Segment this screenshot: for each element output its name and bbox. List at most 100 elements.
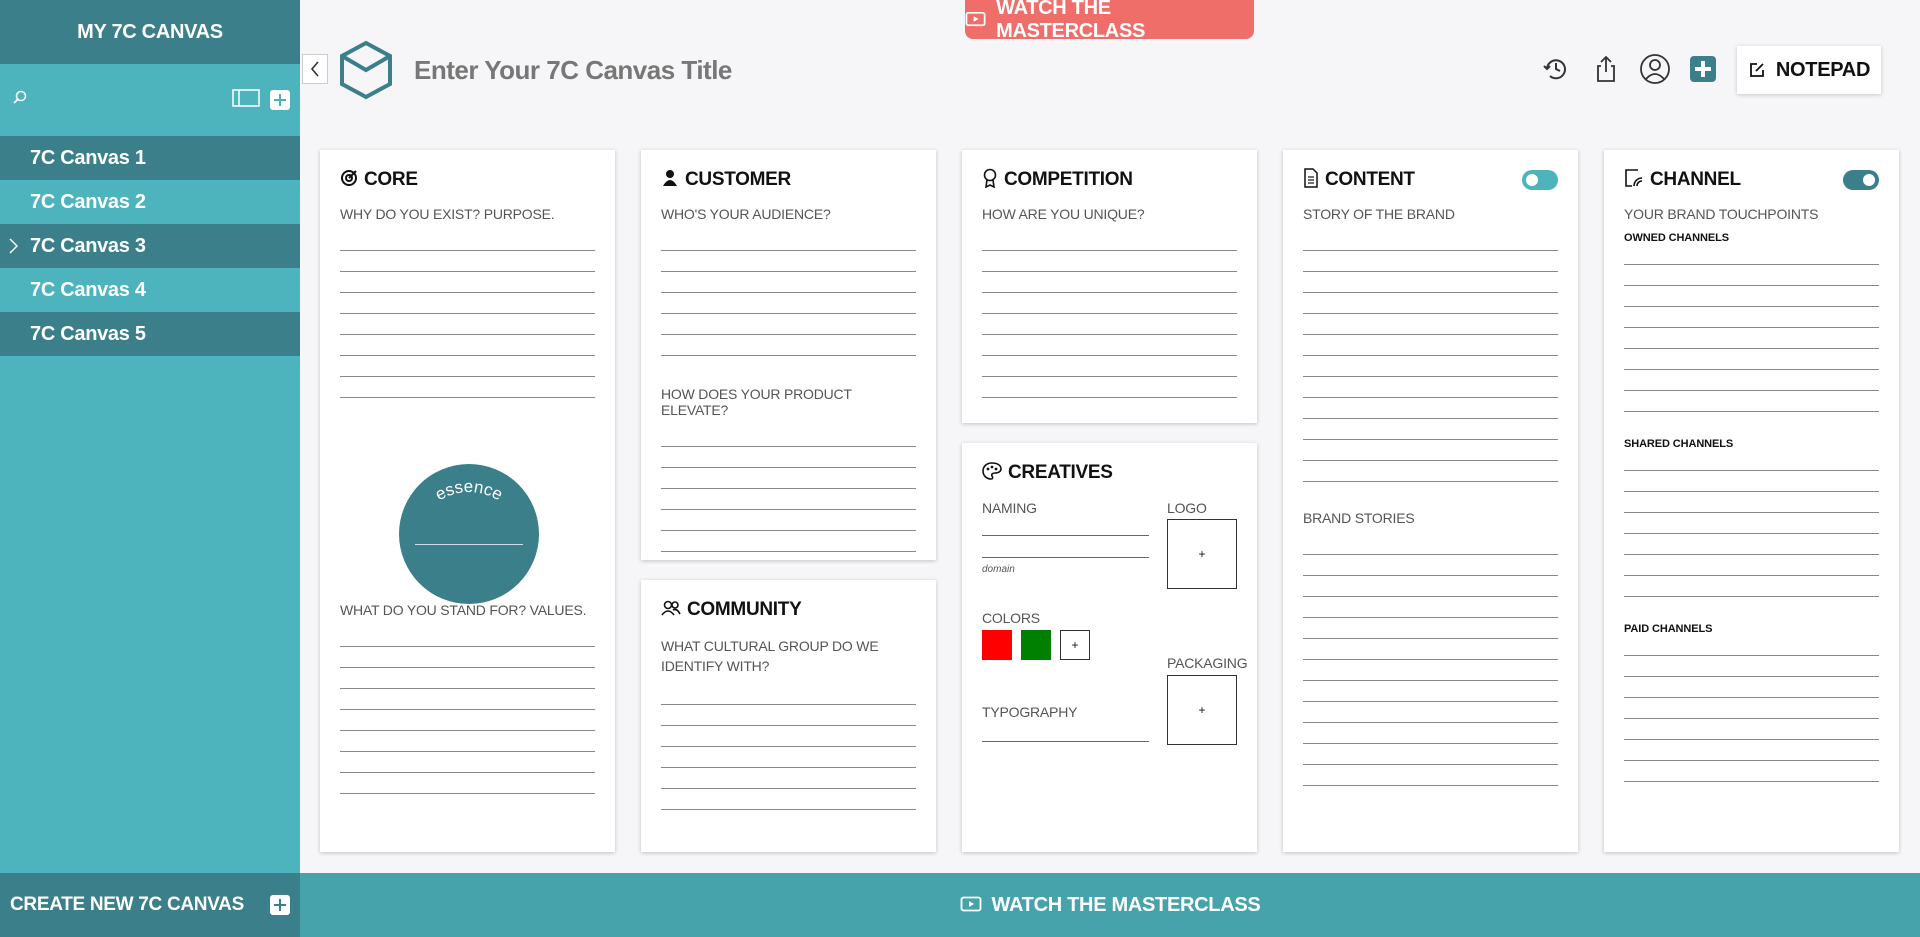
plus-label: +	[1071, 638, 1079, 652]
typography-label: TYPOGRAPHY	[982, 704, 1078, 720]
card-title: COMPETITION	[1004, 169, 1133, 190]
customer-audience-question: WHO'S YOUR AUDIENCE?	[661, 206, 831, 222]
essence-circle[interactable]: essence	[399, 464, 539, 604]
notepad-button[interactable]: NOTEPAD	[1737, 46, 1881, 94]
sidebar-item-label: 7C Canvas 5	[30, 322, 146, 345]
video-icon	[960, 896, 981, 912]
sidebar-item-canvas-3[interactable]: 7C Canvas 3	[0, 224, 300, 268]
chevron-left-icon	[310, 61, 319, 77]
community-icon	[661, 599, 681, 622]
core-purpose-question: WHY DO YOU EXIST? PURPOSE.	[340, 206, 555, 222]
shared-channels-lines[interactable]	[1624, 450, 1879, 597]
profile-icon[interactable]	[1638, 52, 1672, 86]
target-icon	[340, 169, 358, 192]
content-brand-stories-lines[interactable]	[1303, 534, 1558, 786]
sidebar-layout-icon[interactable]	[232, 88, 260, 113]
content-brand-stories-question: BRAND STORIES	[1303, 510, 1415, 526]
domain-label: domain	[982, 564, 1015, 575]
content-toggle[interactable]	[1522, 170, 1558, 190]
logo-label: LOGO	[1167, 500, 1207, 516]
customer-audience-lines[interactable]	[661, 230, 916, 356]
card-title: CONTENT	[1325, 169, 1415, 190]
naming-label: NAMING	[982, 500, 1037, 516]
svg-text:essence: essence	[432, 477, 506, 504]
create-canvas-label: CREATE NEW 7C CANVAS	[10, 894, 244, 915]
sidebar-item-label: 7C Canvas 3	[30, 234, 146, 257]
content-story-lines[interactable]	[1303, 230, 1558, 482]
channel-card: CHANNEL YOUR BRAND TOUCHPOINTS OWNED CHA…	[1604, 150, 1899, 852]
sidebar-item-label: 7C Canvas 4	[30, 278, 146, 301]
plus-label: +	[1198, 703, 1206, 717]
watch-masterclass-bottom-button[interactable]: WATCH THE MASTERCLASS	[300, 873, 1920, 937]
content-card: CONTENT STORY OF THE BRAND BRAND STORIES	[1283, 150, 1578, 852]
customer-card: CUSTOMER WHO'S YOUR AUDIENCE? HOW DOES Y…	[641, 150, 936, 560]
add-packaging-button[interactable]: +	[1167, 675, 1237, 745]
sidebar-item-label: 7C Canvas 1	[30, 146, 146, 169]
owned-channels-label: OWNED CHANNELS	[1624, 232, 1729, 244]
essence-label: essence	[432, 477, 506, 504]
add-color-button[interactable]: +	[1060, 630, 1090, 660]
channel-touchpoints-question: YOUR BRAND TOUCHPOINTS	[1624, 206, 1819, 222]
paid-channels-lines[interactable]	[1624, 635, 1879, 782]
add-icon[interactable]	[1686, 52, 1720, 86]
core-purpose-lines[interactable]	[340, 230, 595, 398]
sidebar-title: MY 7C CANVAS	[0, 0, 300, 64]
creatives-card: CREATIVES NAMING domain LOGO + COLORS + …	[962, 443, 1257, 852]
add-canvas-icon[interactable]	[270, 90, 290, 110]
sidebar-item-label: 7C Canvas 2	[30, 190, 146, 213]
typography-line[interactable]	[982, 741, 1149, 742]
sidebar-item-canvas-1[interactable]: 7C Canvas 1	[0, 136, 300, 180]
competition-lines[interactable]	[982, 230, 1237, 398]
sidebar-item-canvas-5[interactable]: 7C Canvas 5	[0, 312, 300, 356]
palette-icon	[982, 461, 1002, 485]
color-swatch-green[interactable]	[1021, 630, 1051, 660]
card-title: CUSTOMER	[685, 169, 791, 190]
canvas-title-input[interactable]	[414, 50, 914, 90]
card-title: CREATIVES	[1008, 462, 1113, 483]
channel-toggle[interactable]	[1843, 170, 1879, 190]
naming-line[interactable]	[982, 535, 1149, 536]
channel-icon	[1624, 168, 1644, 193]
document-icon	[1303, 167, 1319, 193]
masterclass-label: WATCH THE MASTERCLASS	[991, 893, 1261, 916]
customer-elevate-lines[interactable]	[661, 426, 916, 552]
colors-label: COLORS	[982, 610, 1040, 626]
core-values-question: WHAT DO YOU STAND FOR? VALUES.	[340, 602, 587, 618]
collapse-sidebar-button[interactable]	[302, 54, 328, 84]
paid-channels-label: PAID CHANNELS	[1624, 623, 1713, 635]
packaging-label: PACKAGING	[1167, 655, 1248, 671]
watch-masterclass-top-button[interactable]: WATCH THE MASTERCLASS	[965, 0, 1254, 42]
notepad-icon	[1749, 63, 1764, 77]
community-lines[interactable]	[661, 684, 916, 810]
content-story-question: STORY OF THE BRAND	[1303, 206, 1455, 222]
add-logo-button[interactable]: +	[1167, 519, 1237, 589]
community-group-question: WHAT CULTURAL GROUP DO WE IDENTIFY WITH?	[661, 638, 879, 674]
sidebar-item-canvas-2[interactable]: 7C Canvas 2	[0, 180, 300, 224]
history-icon[interactable]	[1539, 52, 1573, 86]
sidebar-item-canvas-4[interactable]: 7C Canvas 4	[0, 268, 300, 312]
notepad-label: NOTEPAD	[1775, 58, 1871, 81]
customer-elevate-question: HOW DOES YOUR PRODUCT ELEVATE?	[661, 386, 852, 418]
card-title: CHANNEL	[1650, 169, 1741, 190]
core-values-lines[interactable]	[340, 626, 595, 794]
award-icon	[982, 168, 998, 193]
logo-icon	[338, 40, 394, 105]
sidebar-toolbar	[0, 64, 300, 136]
card-title: COMMUNITY	[687, 599, 802, 620]
video-icon	[965, 11, 986, 26]
create-canvas-button[interactable]: CREATE NEW 7C CANVAS	[0, 873, 300, 937]
community-card: COMMUNITY WHAT CULTURAL GROUP DO WE IDEN…	[641, 580, 936, 852]
domain-line[interactable]	[982, 557, 1149, 558]
owned-channels-lines[interactable]	[1624, 244, 1879, 412]
color-swatch-red[interactable]	[982, 630, 1012, 660]
add-icon	[270, 895, 290, 915]
plus-label: +	[1198, 547, 1206, 561]
competition-unique-question: HOW ARE YOU UNIQUE?	[982, 206, 1145, 222]
share-icon[interactable]	[1589, 52, 1623, 86]
shared-channels-label: SHARED CHANNELS	[1624, 438, 1734, 450]
chevron-right-icon	[8, 236, 20, 262]
masterclass-label: WATCH THE MASTERCLASS	[996, 0, 1146, 42]
core-card: CORE WHY DO YOU EXIST? PURPOSE. essence …	[320, 150, 615, 852]
search-icon[interactable]	[10, 88, 30, 113]
competition-card: COMPETITION HOW ARE YOU UNIQUE?	[962, 150, 1257, 423]
